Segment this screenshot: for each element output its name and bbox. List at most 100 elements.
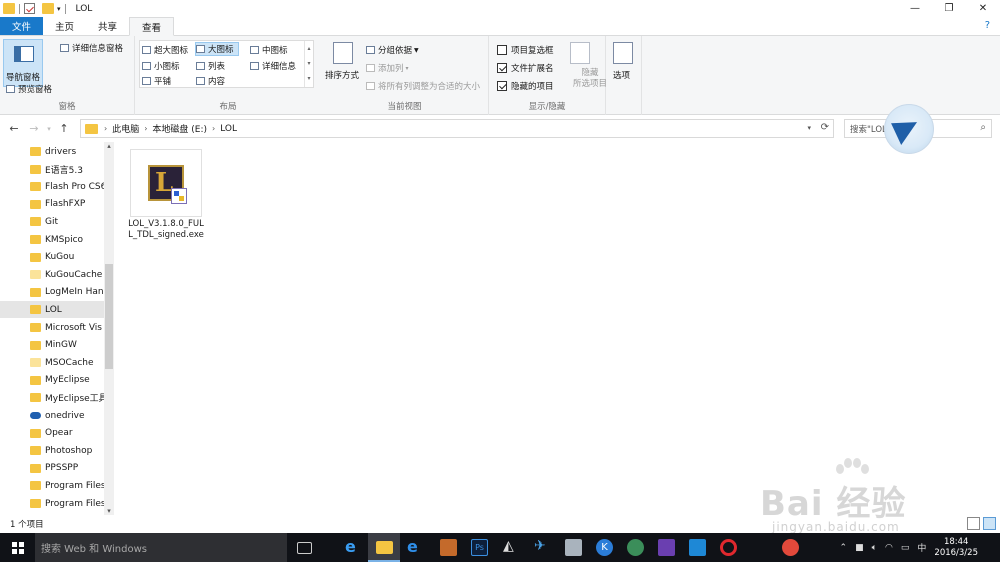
nav-tree-item[interactable]: Git [0, 213, 104, 230]
internet-explorer-icon[interactable]: e [407, 537, 424, 556]
layout-small-icons[interactable]: 小图标 [142, 59, 180, 72]
input-indicator-icon[interactable]: ▭ [901, 543, 910, 553]
hidden-items-toggle[interactable]: 隐藏的项目 [497, 80, 554, 92]
item-checkboxes-toggle[interactable]: 项目复选框 [497, 44, 554, 56]
nav-tree-item[interactable]: drivers [0, 143, 104, 160]
layout-content[interactable]: 内容 [196, 74, 225, 87]
up-arrow-icon[interactable]: ↑ [54, 122, 74, 135]
nav-tree-item[interactable]: Microsoft Vis [0, 319, 104, 336]
new-folder-icon[interactable] [42, 3, 54, 14]
layout-medium-icons[interactable]: 中图标 [250, 43, 288, 56]
visual-studio-icon[interactable] [658, 539, 675, 556]
layout-large-icons[interactable]: 大图标 [195, 42, 239, 56]
nav-tree-item[interactable]: MSOCache [0, 354, 104, 371]
show-desktop-button[interactable] [984, 533, 1000, 562]
show-hidden-icons-icon[interactable]: ⌃ [840, 543, 848, 553]
item-checkboxes-checkbox[interactable] [497, 45, 507, 55]
options-button[interactable]: 选项 [613, 69, 630, 81]
breadcrumb-lol[interactable]: LOL [220, 124, 237, 134]
game-app-icon[interactable] [440, 539, 457, 556]
opera-icon[interactable] [720, 539, 737, 556]
nav-scrollbar[interactable]: ▴ ▾ [104, 142, 114, 515]
maximize-button[interactable]: ❐ [932, 0, 966, 17]
file-extensions-checkbox[interactable] [497, 63, 507, 73]
close-button[interactable]: ✕ [966, 0, 1000, 17]
layout-details[interactable]: 详细信息 [250, 59, 296, 72]
tab-share[interactable]: 共享 [86, 17, 129, 35]
breadcrumb-local-disk[interactable]: 本地磁盘 (E:) [152, 122, 207, 135]
nav-tree-item[interactable]: FlashFXP [0, 196, 104, 213]
search-icon[interactable]: ⌕ [980, 122, 986, 133]
nav-tree-item[interactable]: PPSSPP [0, 460, 104, 477]
add-columns-button[interactable]: 添加列 ▾ [366, 62, 409, 74]
nav-tree-item[interactable]: MyEclipse工具 [0, 389, 104, 406]
breadcrumb-separator[interactable]: › [212, 124, 215, 133]
volume-icon[interactable]: 🔈︎ [872, 543, 877, 553]
bird-app-icon[interactable]: ✈ [534, 538, 551, 555]
tray-app-icon[interactable]: ■ [855, 543, 864, 553]
help-icon[interactable]: ? [985, 20, 990, 31]
tab-view[interactable]: 查看 [129, 17, 175, 36]
nav-tree-item[interactable]: Photoshop [0, 442, 104, 459]
preview-pane-button[interactable]: 预览窗格 [6, 83, 52, 95]
edge-icon[interactable]: e [345, 537, 362, 556]
unity-icon[interactable]: ◭ [503, 538, 520, 555]
recent-locations-icon[interactable]: ▾ [44, 125, 54, 133]
ime-indicator[interactable]: 中 [917, 541, 926, 554]
forward-arrow-icon[interactable]: → [24, 122, 44, 135]
layout-list[interactable]: 列表 [196, 59, 225, 72]
weibo-app-icon[interactable] [782, 539, 799, 556]
breadcrumb-separator[interactable]: › [144, 124, 147, 133]
file-item[interactable]: L LOL_V3.1.8.0_FULL_TDL_signed.exe [128, 149, 204, 259]
taskbar-search[interactable]: 搜索 Web 和 Windows [35, 533, 287, 562]
nav-tree-item[interactable]: Program Files [0, 477, 104, 494]
minimize-button[interactable]: — [898, 0, 932, 17]
nav-tree-item[interactable]: MyEclipse [0, 372, 104, 389]
nav-tree-item[interactable]: KuGouCache [0, 266, 104, 283]
refresh-icon[interactable]: ⟳ [821, 122, 829, 133]
breadcrumb-separator[interactable]: › [104, 124, 107, 133]
nav-tree-item[interactable]: KuGou [0, 249, 104, 266]
address-bar[interactable]: › 此电脑 › 本地磁盘 (E:) › LOL ▾ ⟳ [80, 119, 834, 138]
group-by-button[interactable]: 分组依据 ▼ [366, 44, 419, 56]
back-arrow-icon[interactable]: ← [4, 122, 24, 135]
hidden-items-checkbox[interactable] [497, 81, 507, 91]
details-pane-button[interactable]: 详细信息窗格 [60, 42, 123, 54]
nav-tree-item[interactable]: Opear [0, 425, 104, 442]
scroll-down-icon[interactable]: ▾ [104, 507, 114, 515]
network-app-icon[interactable] [565, 539, 582, 556]
layout-gallery-scroll[interactable]: ▴ ▾ ▾ [304, 41, 313, 87]
nav-tree-item[interactable]: MinGW [0, 337, 104, 354]
layout-extra-large-icons[interactable]: 超大图标 [142, 43, 188, 56]
properties-icon[interactable] [24, 3, 35, 14]
customize-toolbar-icon[interactable]: ▾ [57, 5, 61, 13]
k-app-icon[interactable]: K [596, 539, 613, 556]
scroll-up-icon[interactable]: ▴ [104, 142, 114, 150]
breadcrumb-this-pc[interactable]: 此电脑 [112, 122, 139, 135]
sort-by-button[interactable]: 排序方式 [325, 69, 359, 81]
file-explorer-icon[interactable] [376, 541, 393, 554]
network-icon[interactable]: ◠ [885, 543, 893, 553]
nav-tree-item[interactable]: Program Files [0, 495, 104, 512]
nav-scroll-thumb[interactable] [105, 264, 113, 369]
nav-tree-item[interactable]: E语言5.3 [0, 161, 104, 178]
monitor-app-icon[interactable] [689, 539, 706, 556]
size-all-columns-button[interactable]: 将所有列调整为合适的大小 [366, 80, 480, 92]
nav-tree-item[interactable]: KMSpico [0, 231, 104, 248]
address-dropdown-icon[interactable]: ▾ [807, 124, 811, 132]
nav-tree-item[interactable]: Flash Pro CS6 [0, 178, 104, 195]
layout-tiles[interactable]: 平铺 [142, 74, 171, 87]
navigation-pane-button[interactable]: 导航窗格 [3, 39, 43, 87]
floating-bird-widget-icon[interactable] [884, 104, 934, 154]
clock[interactable]: 18:44 2016/3/25 [934, 537, 978, 559]
task-view-icon[interactable] [297, 542, 312, 554]
nav-tree-item[interactable]: onedrive [0, 407, 104, 424]
nav-tree-item[interactable]: LOL [0, 301, 104, 319]
photoshop-icon[interactable]: Ps [471, 539, 488, 556]
start-button[interactable] [0, 533, 35, 562]
file-extensions-toggle[interactable]: 文件扩展名 [497, 62, 554, 74]
nav-tree-item[interactable]: LogMeIn Han [0, 284, 104, 301]
hide-selected-button[interactable]: 隐藏 所选项目 [570, 68, 610, 90]
tab-file[interactable]: 文件 [0, 17, 44, 35]
tab-home[interactable]: 主页 [43, 17, 86, 35]
